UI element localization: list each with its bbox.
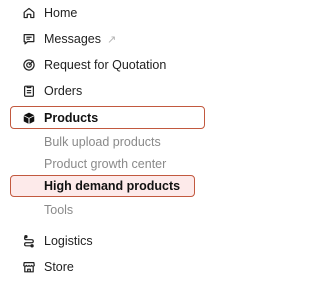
sidebar-subitem-label: High demand products <box>44 179 181 193</box>
external-link-icon: ↗ <box>106 34 117 46</box>
sidebar-subitem-label: Bulk upload products <box>44 135 161 149</box>
store-icon <box>22 260 36 274</box>
sidebar-subitem-label: Product growth center <box>44 157 167 171</box>
sidebar-item-products[interactable]: Products <box>0 107 200 129</box>
clipboard-icon <box>22 84 36 98</box>
sidebar-item-request-for-quotation[interactable]: Request for Quotation <box>0 54 200 76</box>
sidebar-subitem-product-growth-center[interactable]: Product growth center <box>0 153 200 175</box>
home-icon <box>22 6 36 20</box>
target-icon <box>22 58 36 72</box>
sidebar-subitem-bulk-upload-products[interactable]: Bulk upload products <box>0 131 200 153</box>
logistics-icon <box>22 234 36 248</box>
chat-icon <box>22 32 36 46</box>
sidebar-subitem-label: Tools <box>44 203 74 217</box>
sidebar-item-logistics[interactable]: Logistics <box>0 230 200 252</box>
box-icon <box>22 111 36 125</box>
sidebar-item-store[interactable]: Store <box>0 256 200 278</box>
sidebar-item-messages[interactable]: Messages ↗ <box>0 28 200 50</box>
sidebar-item-orders[interactable]: Orders <box>0 80 200 102</box>
sidebar-subitem-tools[interactable]: Tools <box>0 199 200 221</box>
sidebar-item-label: Home <box>44 6 78 20</box>
sidebar-nav: Home Messages ↗ Request for Quotation Or… <box>0 0 205 283</box>
sidebar-item-label: Logistics <box>44 234 93 248</box>
sidebar-item-label: Store <box>44 260 74 274</box>
sidebar-item-label: Messages <box>44 32 101 46</box>
sidebar-item-label: Orders <box>44 84 83 98</box>
sidebar-item-home[interactable]: Home <box>0 2 200 24</box>
sidebar-subitem-high-demand-products[interactable]: High demand products <box>0 175 200 197</box>
sidebar-item-label: Request for Quotation <box>44 58 167 72</box>
sidebar-item-label: Products <box>44 111 99 125</box>
